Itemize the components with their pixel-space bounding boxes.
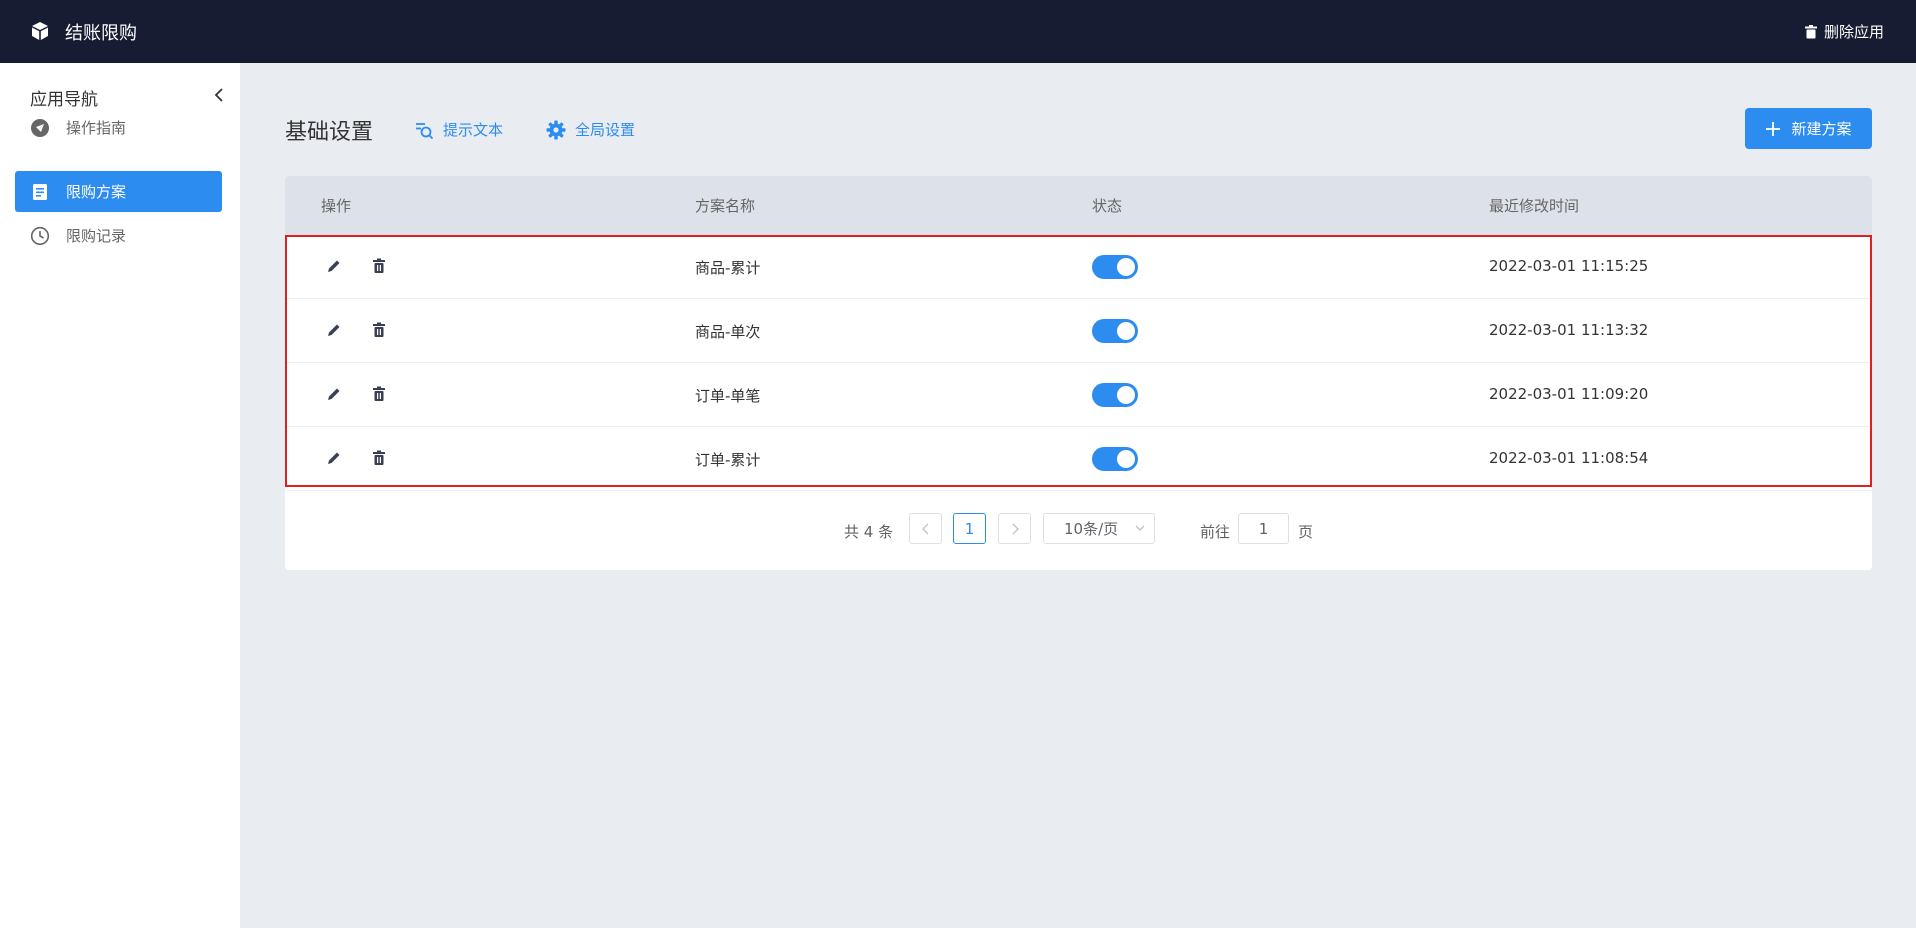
column-header-status: 状态 [1092,197,1123,215]
chevron-right-icon [1012,523,1019,534]
goto-label: 前往 [1200,523,1231,541]
delete-trash-icon[interactable] [369,384,389,404]
column-header-name: 方案名称 [695,197,756,215]
status-toggle[interactable] [1092,447,1138,471]
table-row: 订单-累计 2022-03-01 11:08:54 [285,427,1872,491]
chevron-down-icon [1135,525,1145,531]
plan-name: 商品-单次 [695,323,761,341]
goto-page-input[interactable] [1238,513,1289,544]
plans-table: 操作 方案名称 状态 最近修改时间 商品-累计 2022-03-01 11:15… [285,176,1872,570]
hint-text-label: 提示文本 [443,121,504,139]
edit-pencil-icon[interactable] [324,256,344,276]
sidebar-item-label: 限购记录 [66,227,127,245]
edit-pencil-icon[interactable] [324,320,344,340]
sidebar: 应用导航 操作指南 限购方案 限购记录 [0,63,240,928]
app-title: 结账限购 [65,23,137,44]
table-row: 订单-单笔 2022-03-01 11:09:20 [285,363,1872,427]
top-bar: 结账限购 删除应用 [0,0,1916,63]
total-count: 共 4 条 [844,523,894,541]
plan-name: 商品-累计 [695,259,761,277]
pagination: 共 4 条 1 10条/页 前往 页 [285,513,1872,547]
hint-text-link[interactable]: 提示文本 [414,119,503,140]
delete-app-button[interactable]: 删除应用 [1804,21,1884,42]
global-settings-label: 全局设置 [575,121,636,139]
cube-logo-icon [32,22,48,40]
modified-time: 2022-03-01 11:09:20 [1489,385,1649,403]
delete-app-label: 删除应用 [1823,23,1884,41]
plan-name: 订单-单笔 [695,387,761,405]
table-header: 操作 方案名称 状态 最近修改时间 [285,176,1872,235]
plan-name: 订单-累计 [695,451,761,469]
delete-trash-icon[interactable] [369,256,389,276]
column-header-modified: 最近修改时间 [1489,197,1580,215]
clock-icon [30,226,50,246]
sidebar-item-guide[interactable]: 操作指南 [15,107,222,148]
navigation-icon [30,118,50,138]
gear-icon [546,120,566,139]
page-size-select[interactable]: 10条/页 [1043,513,1155,544]
status-toggle[interactable] [1092,255,1138,279]
prev-page-button[interactable] [909,513,942,544]
table-row: 商品-累计 2022-03-01 11:15:25 [285,235,1872,299]
table-row: 商品-单次 2022-03-01 11:13:32 [285,299,1872,363]
status-toggle[interactable] [1092,383,1138,407]
page-unit-label: 页 [1298,523,1314,541]
modified-time: 2022-03-01 11:15:25 [1489,257,1649,275]
modified-time: 2022-03-01 11:08:54 [1489,449,1649,467]
modified-time: 2022-03-01 11:13:32 [1489,321,1649,339]
page-number-button[interactable]: 1 [953,513,986,544]
hint-search-icon [416,122,434,139]
plus-icon [1766,121,1781,136]
sidebar-item-label: 限购方案 [66,183,127,201]
sidebar-item-plans[interactable]: 限购方案 [15,171,222,212]
sidebar-item-label: 操作指南 [66,119,127,137]
global-settings-link[interactable]: 全局设置 [546,119,635,140]
edit-pencil-icon[interactable] [324,384,344,404]
new-plan-label: 新建方案 [1791,120,1852,138]
edit-pencil-icon[interactable] [324,448,344,468]
collapse-chevron-icon[interactable] [212,87,226,103]
delete-trash-icon[interactable] [369,448,389,468]
sidebar-item-records[interactable]: 限购记录 [15,215,222,256]
page-title: 基础设置 [285,120,374,145]
delete-trash-icon[interactable] [369,320,389,340]
trash-icon [1804,24,1817,38]
status-toggle[interactable] [1092,319,1138,343]
page-size-value: 10条/页 [1064,520,1119,538]
chevron-left-icon [921,523,928,534]
document-icon [30,182,50,202]
column-header-actions: 操作 [321,197,352,215]
new-plan-button[interactable]: 新建方案 [1745,108,1872,149]
next-page-button[interactable] [998,513,1031,544]
